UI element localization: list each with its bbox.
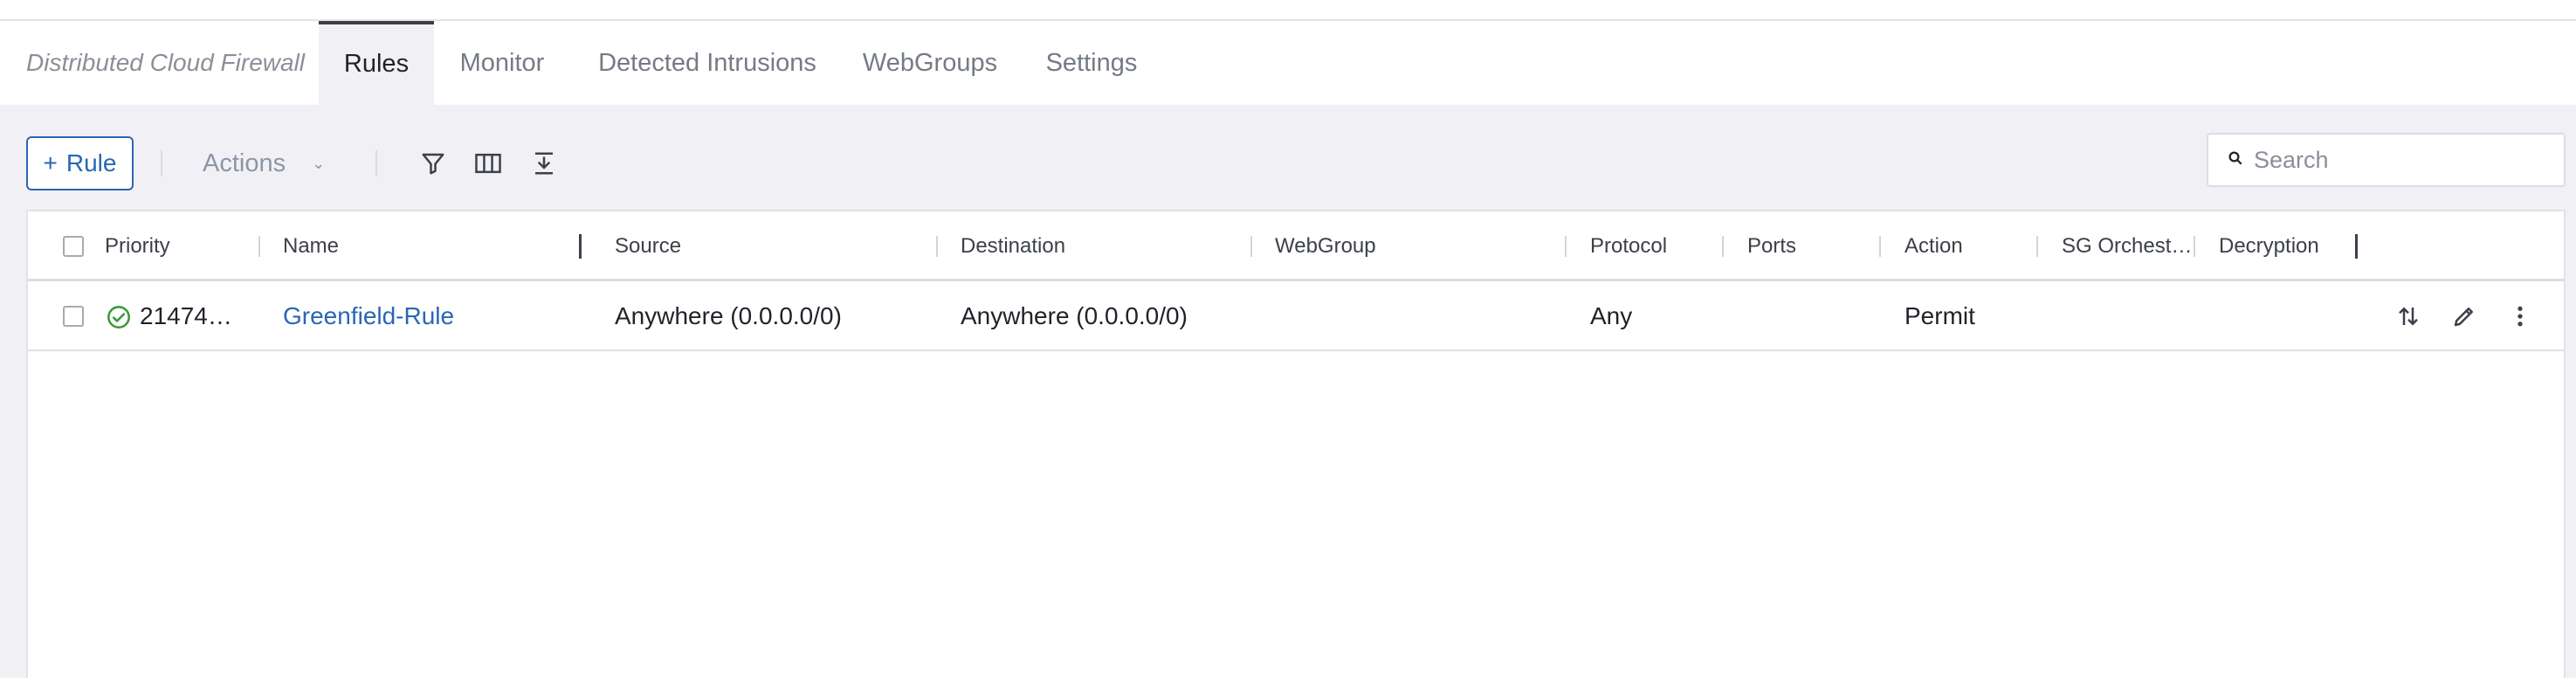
plus-icon: + <box>43 149 58 176</box>
tab-bar: Distributed Cloud Firewall Rules Monitor… <box>0 21 2576 105</box>
chevron-down-icon: ⌄ <box>312 154 326 172</box>
column-divider <box>1879 236 1881 257</box>
search-icon <box>2228 150 2243 170</box>
select-all-checkbox[interactable] <box>63 236 84 257</box>
column-resize-handle[interactable] <box>2355 234 2358 259</box>
actions-dropdown[interactable]: Actions ⌄ <box>203 136 325 190</box>
more-vertical-icon[interactable] <box>2503 299 2538 334</box>
column-header-sg-orchestration[interactable]: SG Orchest… <box>2062 211 2192 281</box>
column-header-decryption[interactable]: Decryption <box>2219 211 2319 281</box>
row-checkbox[interactable] <box>63 306 84 327</box>
tab-rules[interactable]: Rules <box>319 21 434 105</box>
app-breadcrumb: Distributed Cloud Firewall <box>26 49 306 76</box>
status-success-icon <box>101 300 136 335</box>
divider <box>161 150 162 176</box>
add-rule-label: Rule <box>65 149 117 176</box>
cell-name-link[interactable]: Greenfield-Rule <box>283 281 454 351</box>
column-divider <box>1250 236 1252 257</box>
column-resize-handle[interactable] <box>579 234 582 259</box>
filter-icon[interactable] <box>415 145 451 182</box>
cell-source: Anywhere (0.0.0.0/0) <box>615 302 842 329</box>
column-divider <box>258 236 260 257</box>
column-header-protocol[interactable]: Protocol <box>1590 211 1667 281</box>
edit-icon[interactable] <box>2447 299 2482 334</box>
search-input[interactable] <box>2254 146 2551 174</box>
actions-label: Actions <box>203 149 286 177</box>
download-icon[interactable] <box>526 145 562 182</box>
rules-table: Priority Name Source Destination WebGrou… <box>26 210 2566 678</box>
tab-webgroups[interactable]: WebGroups <box>854 21 1006 105</box>
top-bar <box>0 0 2576 21</box>
tab-detected-intrusions[interactable]: Detected Intrusions <box>583 21 831 105</box>
table-header: Priority Name Source Destination WebGrou… <box>28 211 2564 281</box>
table-row[interactable]: 21474… Greenfield-Rule Anywhere (0.0.0.0… <box>28 281 2564 351</box>
cell-priority: 21474… <box>140 302 232 329</box>
column-header-name[interactable]: Name <box>283 211 339 281</box>
tab-settings[interactable]: Settings <box>1029 21 1154 105</box>
column-header-ports[interactable]: Ports <box>1747 211 1796 281</box>
columns-icon[interactable] <box>470 145 506 182</box>
reorder-icon[interactable] <box>2391 299 2426 334</box>
column-header-source[interactable]: Source <box>615 211 681 281</box>
column-divider <box>1722 236 1724 257</box>
cell-protocol: Any <box>1590 302 1633 329</box>
column-divider <box>2036 236 2038 257</box>
column-divider <box>936 236 938 257</box>
column-header-webgroup[interactable]: WebGroup <box>1275 211 1376 281</box>
divider <box>375 150 377 176</box>
cell-destination: Anywhere (0.0.0.0/0) <box>961 302 1188 329</box>
tab-monitor[interactable]: Monitor <box>445 21 559 105</box>
column-header-priority[interactable]: Priority <box>105 211 170 281</box>
column-header-action[interactable]: Action <box>1904 211 1963 281</box>
column-divider <box>2194 236 2195 257</box>
toolbar: + Rule Actions ⌄ <box>0 105 2576 210</box>
search-box[interactable] <box>2207 133 2566 187</box>
cell-action: Permit <box>1904 302 1975 329</box>
column-header-destination[interactable]: Destination <box>961 211 1065 281</box>
column-divider <box>1565 236 1567 257</box>
add-rule-button[interactable]: + Rule <box>26 136 134 190</box>
